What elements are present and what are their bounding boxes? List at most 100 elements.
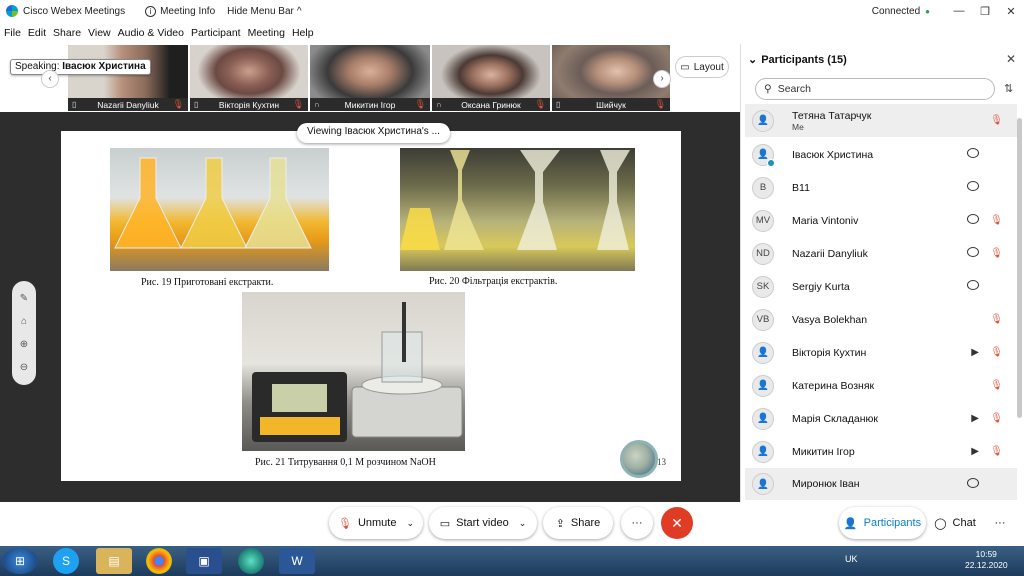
maximize-button[interactable]: ❐ (972, 5, 998, 18)
search-icon: ⚲ (764, 83, 772, 95)
avatar: ND (752, 242, 774, 265)
muted-mic-icon[interactable]: 🎙 (990, 215, 1003, 226)
share-icon: ⇪ (555, 517, 565, 530)
close-panel-button[interactable]: ✕ (1006, 52, 1016, 66)
panel-scrollbar[interactable] (1017, 118, 1022, 418)
chat-bubble-icon[interactable] (967, 280, 979, 293)
video-camera-icon[interactable]: ▶ (971, 413, 979, 424)
chrome-icon[interactable] (146, 548, 172, 574)
muted-mic-icon[interactable]: 🎙 (990, 380, 1003, 391)
taskbar-clock[interactable]: 10:59 22.12.2020 (965, 549, 1008, 571)
skype-icon[interactable]: S (53, 548, 79, 574)
avatar: MV (752, 209, 774, 232)
menu-view[interactable]: View (88, 27, 111, 39)
sort-icon[interactable]: ⇅ (1004, 82, 1013, 95)
video-camera-icon[interactable]: ▶ (971, 446, 979, 457)
flasks-illustration (114, 157, 312, 249)
participant-row[interactable]: 👤 Марія Складанюк ▶ 🎙 (745, 402, 1017, 435)
menu-help[interactable]: Help (292, 27, 314, 39)
participant-row[interactable]: VB Vasya Bolekhan 🎙 (745, 303, 1017, 336)
chat-bubble-icon[interactable] (967, 181, 979, 194)
system-tray: UK (845, 554, 858, 564)
participant-row[interactable]: 👤 Микитин Ігор ▶ 🎙 (745, 435, 1017, 468)
speaking-indicator: Speaking: Івасюк Христина (10, 59, 151, 75)
video-tile[interactable]: ▯ Вікторія Кухтин 🎙 (190, 45, 308, 111)
participant-search-input[interactable]: ⚲ Search (755, 78, 995, 100)
annotate-icon[interactable]: ✎ (20, 293, 28, 304)
save-app-icon[interactable]: ▣ (186, 548, 222, 574)
participant-row[interactable]: 👤 Тетяна Татарчук Me 🎙 (745, 104, 1017, 137)
viewing-label: Viewing Івасюк Христина's ... (297, 123, 450, 143)
muted-mic-icon[interactable]: 🎙 (990, 446, 1003, 457)
participant-row[interactable]: B B11 (745, 171, 1017, 204)
unmute-button[interactable]: 🎙 Unmute ⌄ (329, 507, 423, 539)
menu-meeting[interactable]: Meeting (248, 27, 285, 39)
zoom-out-icon[interactable]: ⊖ (20, 362, 28, 373)
participant-row[interactable]: ND Nazarii Danyliuk 🎙 (745, 237, 1017, 270)
participant-row[interactable]: 👤 Миронюк Іван (745, 468, 1017, 500)
zoom-in-icon[interactable]: ⊕ (20, 339, 28, 350)
minimize-button[interactable]: — (946, 5, 972, 17)
video-tile[interactable]: ∩ Оксана Гринюк 🎙 (432, 45, 550, 111)
participant-row[interactable]: 👤 Івасюк Христина (745, 138, 1017, 171)
menu-participant[interactable]: Participant (191, 27, 241, 39)
video-strip: ▯ Nazarii Danyliuk 🎙 ▯ Вікторія Кухтин 🎙 ∩ Ми… (0, 44, 740, 112)
video-camera-icon[interactable]: ▶ (971, 347, 979, 358)
participant-row[interactable]: 👤 Вікторія Кухтин ▶ 🎙 (745, 336, 1017, 369)
avatar: 👤 (752, 407, 774, 430)
titration-illustration (252, 302, 463, 442)
webex-logo-icon (6, 5, 18, 17)
chat-bubble-icon: ◯ (934, 517, 947, 530)
muted-mic-icon[interactable]: 🎙 (990, 413, 1003, 424)
chat-bubble-icon[interactable] (967, 247, 979, 260)
muted-mic-icon[interactable]: 🎙 (990, 115, 1003, 126)
start-video-button[interactable]: ▭ Start video ⌄ (429, 507, 537, 539)
menu-share[interactable]: Share (53, 27, 81, 39)
chat-bubble-icon[interactable] (967, 477, 979, 491)
connected-dot-icon: ● (925, 6, 930, 16)
phone-icon: ▯ (194, 100, 199, 109)
muted-mic-icon[interactable]: 🎙 (990, 314, 1003, 325)
person-icon: 👤 (843, 517, 858, 530)
headset-icon: ∩ (314, 100, 320, 109)
share-button[interactable]: ⇪ Share (543, 507, 613, 539)
caption-fig21: Рис. 21 Титрування 0,1 М розчином NaOH (255, 457, 436, 468)
avatar: B (752, 176, 774, 199)
chat-bubble-icon[interactable] (967, 148, 979, 161)
video-tile[interactable]: ∩ Микитин Ігор 🎙 (310, 45, 430, 111)
muted-mic-icon[interactable]: 🎙 (990, 347, 1003, 358)
menu-audio-video[interactable]: Audio & Video (118, 27, 184, 39)
leave-meeting-button[interactable]: ✕ (661, 507, 693, 539)
presenter-avatar[interactable] (620, 440, 658, 478)
muted-mic-icon[interactable]: 🎙 (990, 248, 1003, 259)
chevron-down-icon[interactable]: ⌄ (406, 518, 414, 529)
chat-bubble-icon[interactable] (967, 214, 979, 227)
participant-row[interactable]: SK Sergiy Kurta (745, 270, 1017, 303)
explorer-icon[interactable]: ▤ (96, 548, 132, 574)
word-icon[interactable]: W (279, 548, 315, 574)
menu-edit[interactable]: Edit (28, 27, 46, 39)
participant-row[interactable]: 👤 Катерина Возняк 🎙 (745, 369, 1017, 402)
chat-button[interactable]: ◯ Chat (930, 507, 980, 539)
participants-panel-header[interactable]: ⌄ Participants (15) (748, 53, 847, 67)
meeting-info-button[interactable]: i Meeting Info (139, 0, 221, 22)
hide-menu-bar-button[interactable]: Hide Menu Bar ^ (221, 0, 307, 22)
layout-button[interactable]: ▭ Layout (675, 56, 729, 78)
chevron-down-icon[interactable]: ⌄ (519, 518, 527, 529)
strip-prev-button[interactable]: ‹ (41, 70, 59, 88)
menu-file[interactable]: File (4, 27, 21, 39)
more-options-button[interactable]: ··· (621, 507, 653, 539)
panel-more-button[interactable]: ··· (986, 507, 1014, 539)
avatar: 👤 (752, 143, 775, 167)
webex-taskbar-icon[interactable] (238, 548, 264, 574)
participants-button[interactable]: 👤 Participants (839, 507, 926, 539)
close-window-button[interactable]: ✕ (998, 5, 1024, 18)
avatar: VB (752, 308, 774, 331)
video-tile[interactable]: ▯ Nazarii Danyliuk 🎙 (68, 45, 188, 111)
participant-row[interactable]: MV Maria Vintoniv 🎙 (745, 204, 1017, 237)
start-button[interactable]: ⊞ (2, 548, 38, 574)
chevron-up-icon: ^ (296, 5, 302, 17)
pointer-icon[interactable]: ⌂ (21, 316, 27, 327)
info-icon: i (145, 5, 157, 17)
strip-next-button[interactable]: › (653, 70, 671, 88)
